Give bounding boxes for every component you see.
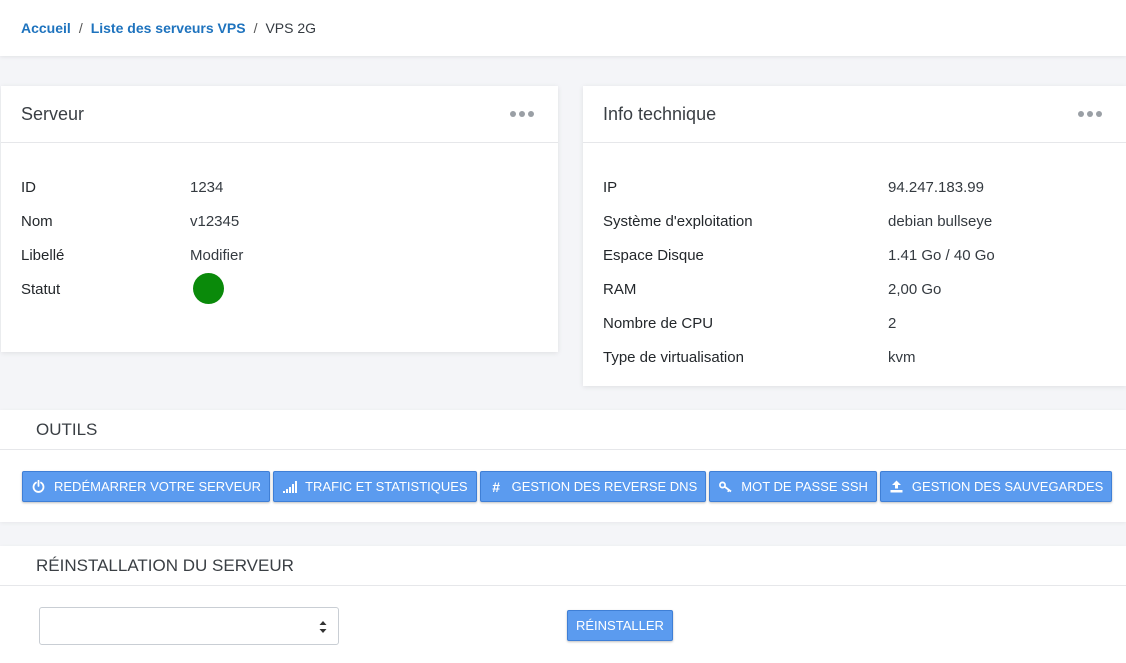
tech-row-virt: Type de virtualisation kvm xyxy=(583,340,1126,374)
breadcrumb-home-link[interactable]: Accueil xyxy=(21,20,71,36)
hashtag-icon: # xyxy=(492,478,500,495)
traffic-stats-button[interactable]: TRAFIC ET STATISTIQUES xyxy=(273,471,477,502)
reverse-dns-label: GESTION DES REVERSE DNS xyxy=(511,479,698,494)
backups-label: GESTION DES SAUVEGARDES xyxy=(911,479,1104,494)
server-id-value: 1234 xyxy=(190,178,224,196)
breadcrumb-current: VPS 2G xyxy=(265,20,317,36)
tools-section: OUTILS REDÉMARRER VOTRE SERVEUR TRAFIC E… xyxy=(0,410,1126,522)
server-card-header: Serveur xyxy=(1,86,558,143)
breadcrumb-vps-list-link[interactable]: Liste des serveurs VPS xyxy=(91,20,246,36)
breadcrumb: Accueil / Liste des serveurs VPS / VPS 2… xyxy=(0,0,1126,56)
key-icon xyxy=(718,479,733,494)
tech-row-ram: RAM 2,00 Go xyxy=(583,272,1126,306)
signal-icon xyxy=(282,479,297,494)
ram-label: RAM xyxy=(603,280,637,298)
virtualization-label: Type de virtualisation xyxy=(603,348,744,366)
status-indicator xyxy=(193,272,224,304)
server-row-id: ID 1234 xyxy=(1,170,558,204)
tech-info-card: Info technique IP 94.247.183.99 Système … xyxy=(583,86,1126,386)
ip-value: 94.247.183.99 xyxy=(888,178,984,196)
tech-info-details: IP 94.247.183.99 Système d'exploitation … xyxy=(583,143,1126,374)
breadcrumb-separator: / xyxy=(253,20,258,36)
more-options-icon[interactable] xyxy=(506,107,538,121)
reinstall-title: RÉINSTALLATION DU SERVEUR xyxy=(0,546,1126,586)
tech-row-os: Système d'exploitation debian bullseye xyxy=(583,204,1126,238)
ssh-password-label: MOT DE PASSE SSH xyxy=(741,479,868,494)
edit-label-link[interactable]: Modifier xyxy=(190,247,243,264)
os-select[interactable] xyxy=(39,607,339,645)
disk-label: Espace Disque xyxy=(603,246,704,264)
backups-button[interactable]: GESTION DES SAUVEGARDES xyxy=(879,471,1113,502)
restart-server-label: REDÉMARRER VOTRE SERVEUR xyxy=(54,479,262,494)
upload-icon xyxy=(889,479,904,494)
breadcrumb-separator: / xyxy=(78,20,83,36)
server-name-label: Nom xyxy=(21,212,53,230)
tools-toolbar: REDÉMARRER VOTRE SERVEUR TRAFIC ET STATI… xyxy=(22,471,1113,502)
tech-row-disk: Espace Disque 1.41 Go / 40 Go xyxy=(583,238,1126,272)
server-status-label: Statut xyxy=(21,280,61,298)
server-libelle-label: Libellé xyxy=(21,246,65,264)
reverse-dns-button[interactable]: # GESTION DES REVERSE DNS xyxy=(479,471,707,502)
server-name-value: v12345 xyxy=(190,212,240,230)
virtualization-value: kvm xyxy=(888,348,916,366)
ip-label: IP xyxy=(603,178,618,196)
server-row-name: Nom v12345 xyxy=(1,204,558,238)
power-icon xyxy=(31,479,46,494)
cpu-label: Nombre de CPU xyxy=(603,314,714,332)
tech-row-cpu: Nombre de CPU 2 xyxy=(583,306,1126,340)
server-row-label: Libellé Modifier xyxy=(1,238,558,272)
tools-title: OUTILS xyxy=(0,410,1126,450)
ram-value: 2,00 Go xyxy=(888,280,942,298)
ssh-password-button[interactable]: MOT DE PASSE SSH xyxy=(709,471,877,502)
os-label: Système d'exploitation xyxy=(603,212,753,230)
tech-info-header: Info technique xyxy=(583,86,1126,143)
server-row-status: Statut xyxy=(1,272,558,306)
reinstall-button[interactable]: RÉINSTALLER xyxy=(567,610,673,641)
restart-server-button[interactable]: REDÉMARRER VOTRE SERVEUR xyxy=(22,471,271,502)
server-id-label: ID xyxy=(21,178,36,196)
cpu-value: 2 xyxy=(888,314,897,332)
tech-row-ip: IP 94.247.183.99 xyxy=(583,170,1126,204)
more-options-icon[interactable] xyxy=(1074,107,1106,121)
server-card: Serveur ID 1234 Nom v12345 Libellé Modif… xyxy=(1,86,558,352)
traffic-stats-label: TRAFIC ET STATISTIQUES xyxy=(305,479,468,494)
server-card-title: Serveur xyxy=(21,103,85,124)
select-arrows-icon xyxy=(319,621,327,633)
reinstall-section: RÉINSTALLATION DU SERVEUR RÉINSTALLER xyxy=(0,546,1126,663)
os-value: debian bullseye xyxy=(888,212,993,230)
tech-info-title: Info technique xyxy=(603,103,717,124)
server-details: ID 1234 Nom v12345 Libellé Modifier Stat… xyxy=(1,143,558,306)
disk-value: 1.41 Go / 40 Go xyxy=(888,246,995,264)
